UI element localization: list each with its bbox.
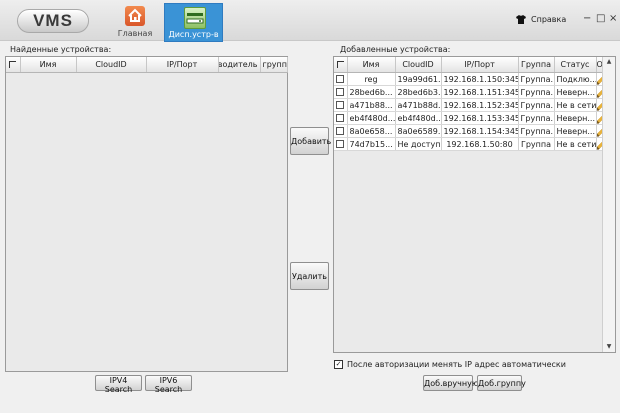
nav-device-manager-label: Дисп.устр-в [168,30,219,39]
device-status: Неверн... [554,111,597,125]
device-status: Неверн... [554,124,597,138]
nav-device-manager[interactable]: Дисп.устр-в [164,3,223,42]
auto-ip-option[interactable]: ✓ После авторизации менять IP адрес автом… [334,360,566,369]
checkbox-icon [336,101,345,109]
auto-ip-label: После авторизации менять IP адрес автома… [347,360,566,369]
checkbox-icon [336,75,345,83]
col-ip-port[interactable]: IP/Порт [441,57,519,73]
found-devices-title: Найденные устройства: [10,45,112,54]
checkbox-icon [336,114,345,122]
device-ip-port: 192.168.1.154:345... [441,124,519,138]
ipv6-search-button[interactable]: IPV6 Search [145,375,192,394]
device-ip-port: 192.168.1.50:80 [441,137,519,151]
maximize-button[interactable]: □ [596,13,605,24]
device-name: 8a0e658... [347,124,396,138]
checkbox-icon [9,61,17,68]
add-group-button[interactable]: Доб.группу [477,375,526,391]
found-devices-table[interactable]: Имя CloudID IP/Порт производитель группа [5,56,288,372]
nav-home[interactable]: Главная [117,3,153,40]
table-row[interactable]: 28bed6b...28bed6b3...192.168.1.151:345..… [334,85,604,99]
device-name: a471b88... [347,98,396,112]
device-group: Группа... [518,85,555,99]
device-cloudid: Не доступ... [395,137,442,151]
table-row[interactable]: 8a0e658...8a0e6589...192.168.1.154:345..… [334,124,604,138]
device-name: eb4f480d... [347,111,396,125]
help-link[interactable]: Справка [516,15,566,24]
select-all-checkbox[interactable] [334,57,348,73]
minimize-button[interactable]: − [583,13,591,24]
ipv4-search-button[interactable]: IPV4 Search [95,375,142,394]
table-row[interactable]: reg19a99d61...192.168.1.150:345...Группа… [334,72,604,86]
delete-button[interactable]: Удалить [290,262,329,290]
table-row[interactable]: 74d7b15...Не доступ...192.168.1.50:80Гру… [334,137,604,151]
col-status[interactable]: Статус [554,57,597,73]
vms-logo: VMS [17,9,89,33]
device-cloudid: 19a99d61... [395,72,442,86]
device-ip-port: 192.168.1.152:345... [441,98,519,112]
col-group[interactable]: группа [260,57,288,73]
device-name: 74d7b15... [347,137,396,151]
device-group: Группа... [518,111,555,125]
device-group: Группа... [518,72,555,86]
col-ip-port[interactable]: IP/Порт [146,57,219,73]
scroll-up-icon[interactable]: ▲ [603,57,615,67]
row-checkbox[interactable] [334,85,348,99]
checkbox-icon [336,127,345,135]
device-group: Группа... [518,98,555,112]
added-devices-title: Добавленные устройства: [340,45,451,54]
device-ip-port: 192.168.1.153:345... [441,111,519,125]
checkbox-icon [336,88,345,96]
device-status: Неверн... [554,85,597,99]
device-cloudid: eb4f480d... [395,111,442,125]
title-bar: VMS Главная Дисп.устр-в Справка − □ × [0,0,620,42]
close-button[interactable]: × [609,13,617,24]
manual-add-button[interactable]: Доб.вручную [423,375,479,391]
auto-ip-checkbox[interactable]: ✓ [334,360,343,369]
added-devices-table[interactable]: Имя CloudID IP/Порт Группа Статус Опер r… [333,56,616,353]
help-label: Справка [531,15,567,24]
add-button[interactable]: Добавить [290,127,331,155]
shirt-icon [516,15,526,24]
checkbox-icon [336,61,344,68]
device-cloudid: a471b88d... [395,98,442,112]
row-checkbox[interactable] [334,137,348,151]
device-name: reg [347,72,396,86]
col-name[interactable]: Имя [347,57,396,73]
table-row[interactable]: a471b88...a471b88d...192.168.1.152:345..… [334,98,604,112]
col-group[interactable]: Группа [518,57,555,73]
device-group: Группа... [518,124,555,138]
device-ip-port: 192.168.1.151:345... [441,85,519,99]
device-status: Не в сети [554,98,597,112]
scroll-down-icon[interactable]: ▼ [603,342,615,352]
device-cloudid: 8a0e6589... [395,124,442,138]
device-manager-icon [184,7,206,29]
nav-home-label: Главная [117,29,153,38]
vertical-scrollbar[interactable]: ▲ ▼ [602,57,615,352]
col-cloudid[interactable]: CloudID [76,57,147,73]
row-checkbox[interactable] [334,111,348,125]
device-status: Не в сети [554,137,597,151]
col-cloudid[interactable]: CloudID [395,57,442,73]
checkbox-icon [336,140,345,148]
row-checkbox[interactable] [334,72,348,86]
row-checkbox[interactable] [334,124,348,138]
device-cloudid: 28bed6b3... [395,85,442,99]
table-row[interactable]: eb4f480d...eb4f480d...192.168.1.153:345.… [334,111,604,125]
home-icon [125,6,145,26]
row-checkbox[interactable] [334,98,348,112]
device-status: Подклю... [554,72,597,86]
device-group: Группа [518,137,555,151]
col-manufacturer[interactable]: производитель [218,57,261,73]
device-ip-port: 192.168.1.150:345... [441,72,519,86]
select-all-checkbox[interactable] [6,57,21,73]
col-name[interactable]: Имя [20,57,77,73]
device-name: 28bed6b... [347,85,396,99]
